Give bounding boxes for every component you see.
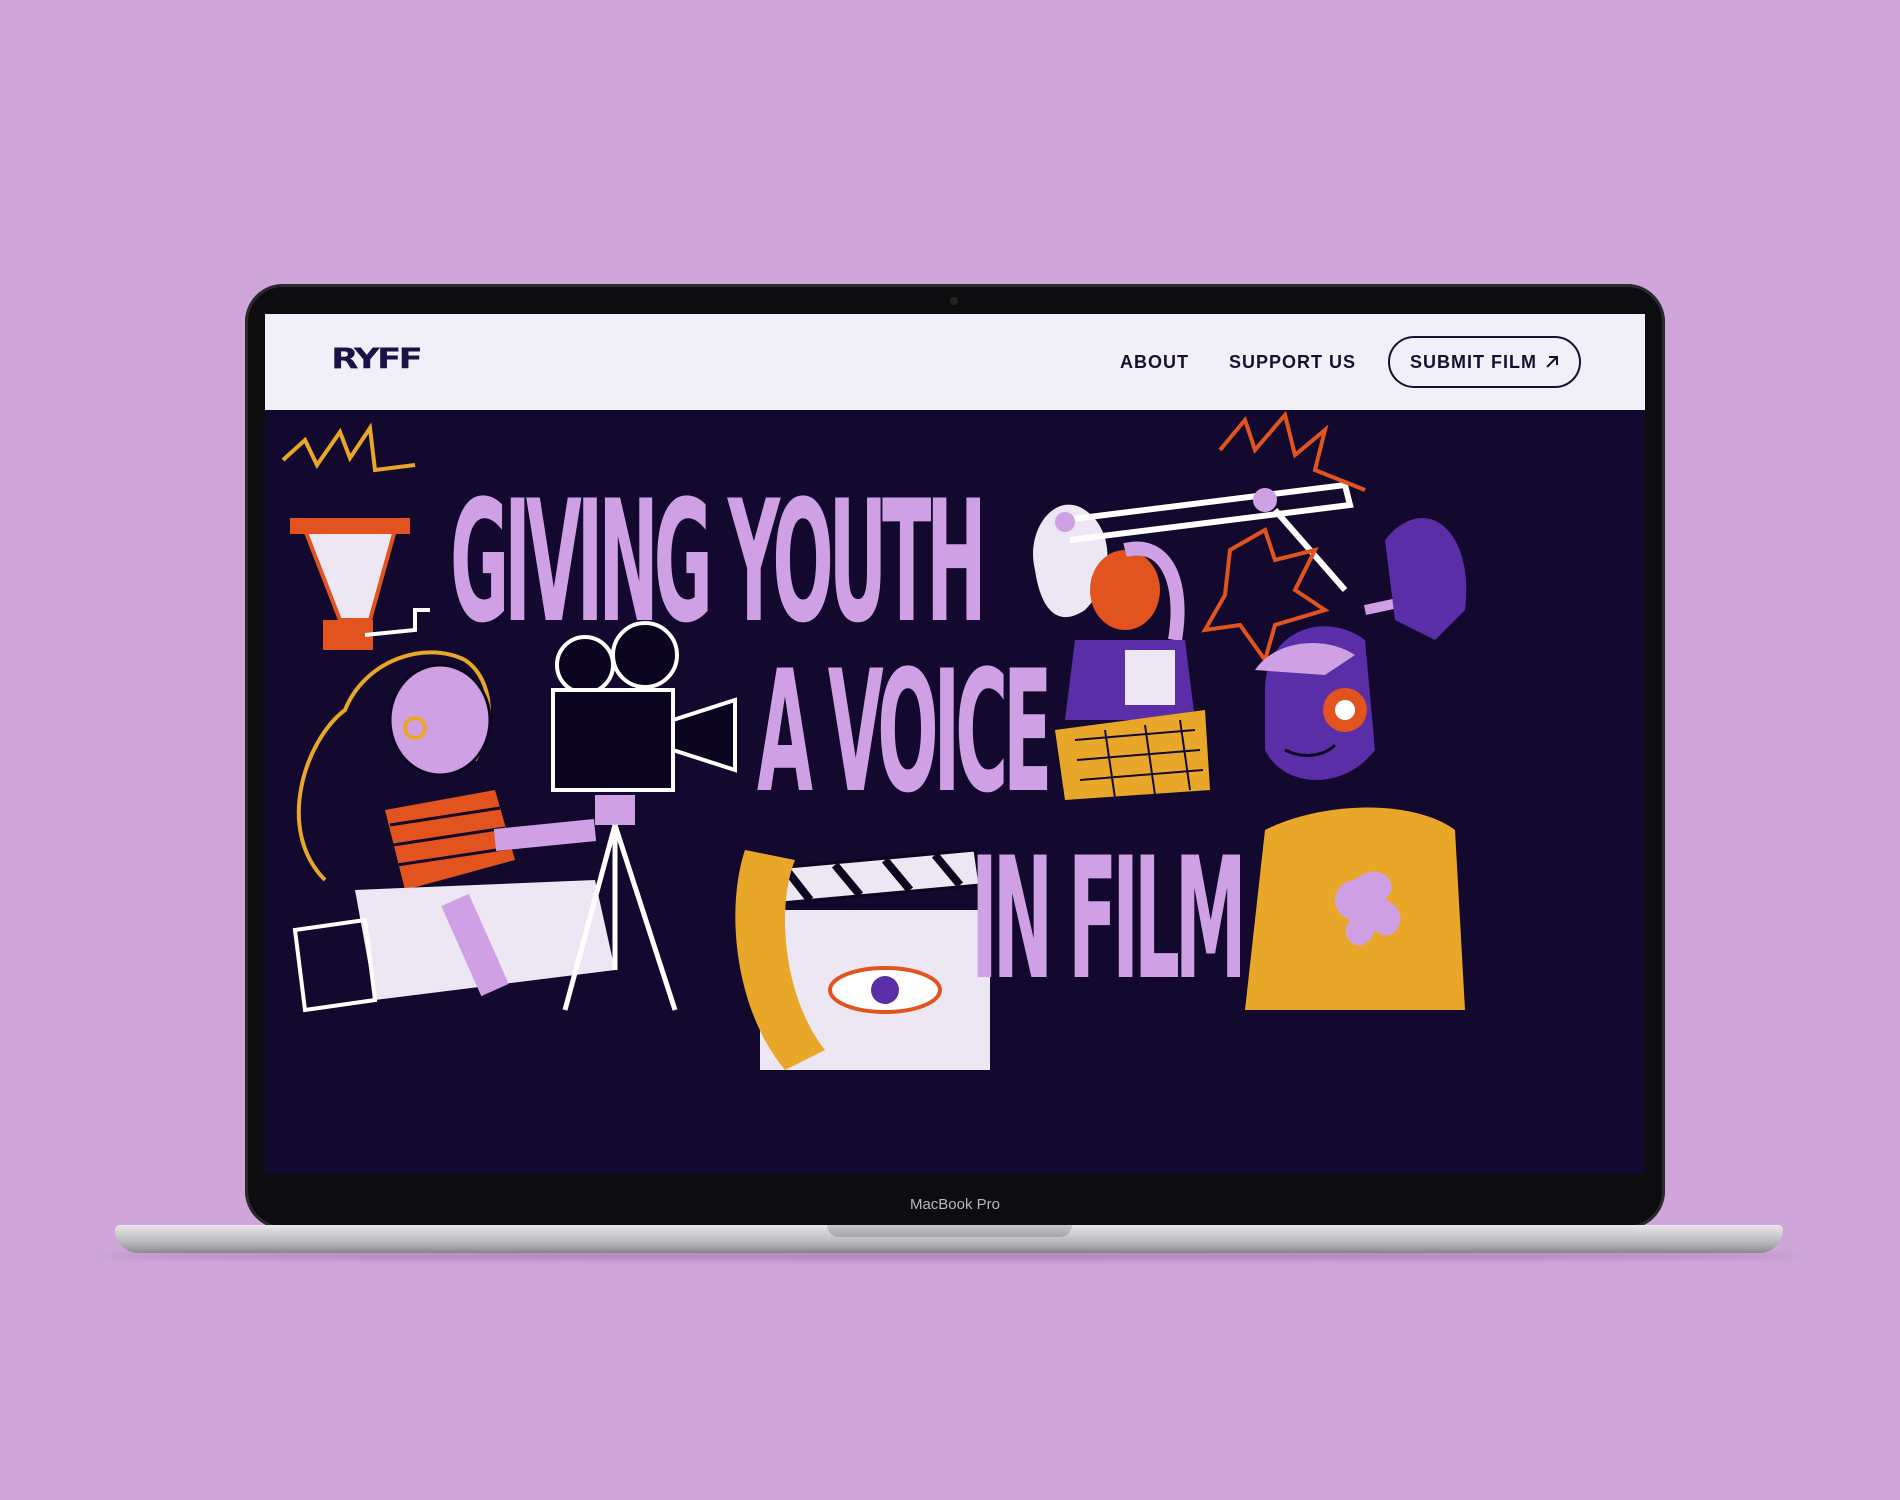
camera-dot [950, 297, 958, 305]
clapperboard-icon [735, 848, 990, 1070]
hero-headline-line-3: IN FILM [971, 821, 1247, 1017]
device-label: MacBook Pro [909, 1196, 1001, 1213]
hero-headline-line-2: A VOICE [757, 634, 1052, 830]
boy-headphones-illustration [1245, 517, 1467, 1010]
laptop-shadow [100, 1252, 1800, 1260]
arrow-up-right-icon [1546, 356, 1558, 368]
submit-film-label: SUBMIT FILM [1410, 351, 1537, 372]
boom-microphone-icon [1033, 410, 1366, 665]
film-camera-icon [551, 621, 737, 1011]
laptop-notch [827, 1225, 1072, 1237]
site-logo[interactable]: RYFF [331, 346, 423, 374]
laptop-lid: RYFF ABOUT SUPPORT US SUBMIT FILM GIVING… [245, 284, 1665, 1229]
screen: RYFF ABOUT SUPPORT US SUBMIT FILM GIVING… [265, 314, 1645, 1174]
hero-section: GIVING YOUTH A VOICE IN FILM [265, 410, 1645, 1174]
main-nav: ABOUT SUPPORT US SUBMIT FILM [1120, 334, 1581, 390]
submit-film-button[interactable]: SUBMIT FILM [1388, 336, 1581, 388]
nav-support-link[interactable]: SUPPORT US [1229, 352, 1356, 373]
hero-headline-line-1: GIVING YOUTH [450, 464, 987, 660]
laptop-base [115, 1225, 1783, 1253]
nav-about-link[interactable]: ABOUT [1120, 352, 1189, 373]
megaphone-icon [281, 422, 430, 650]
site-header: RYFF ABOUT SUPPORT US SUBMIT FILM [265, 314, 1645, 410]
